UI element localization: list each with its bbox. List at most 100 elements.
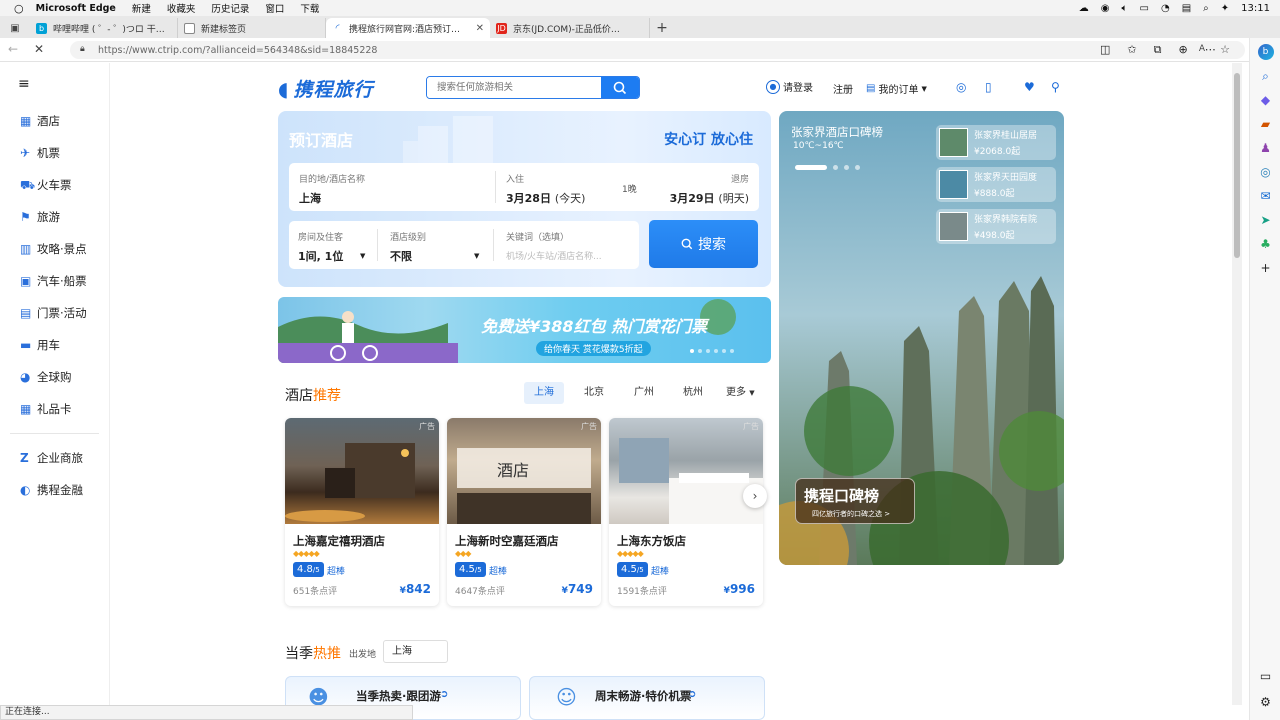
destination-field[interactable]: 目的地/酒店名称 上海 [299, 172, 365, 206]
drop-icon[interactable]: ➤ [1250, 208, 1280, 232]
stop-loading-icon[interactable]: ✕ [34, 42, 44, 56]
city-tab-more[interactable]: 更多 ▼ [716, 382, 765, 404]
extensions-icon[interactable]: ⊕ [1178, 43, 1187, 57]
banner-pagination[interactable] [690, 349, 734, 353]
siri-icon[interactable]: ✦ [1221, 3, 1229, 14]
mobile-app-icon[interactable]: ▯ [985, 80, 992, 94]
url-field[interactable]: 🔒︎ https://www.ctrip.com/?allianceid=564… [70, 41, 1245, 59]
ad-pagination[interactable] [795, 165, 860, 170]
nav-train[interactable]: ⛟ 火车票 [0, 169, 109, 201]
nav-finance[interactable]: ◐ 携程金融 [0, 474, 109, 506]
eye-icon[interactable]: ◉ [1101, 3, 1110, 14]
volume-icon[interactable]: 🔈︎ [1122, 3, 1128, 14]
checkout-field[interactable]: 退房 3月29日 (明天) [670, 172, 749, 206]
copilot-icon[interactable]: b [1250, 40, 1280, 64]
toolbox-icon[interactable]: ▰ [1250, 112, 1280, 136]
tab-ctrip[interactable]: ◜ 携程旅行网官网:酒店预订,机票预订查询 ✕ [326, 18, 490, 38]
hotel-search-button[interactable]: 搜索 [649, 220, 758, 268]
app-name[interactable]: Microsoft Edge [36, 3, 116, 14]
nav-flight[interactable]: ✈ 机票 [0, 137, 109, 169]
nav-giftcard[interactable]: ▦ 礼品卡 [0, 393, 109, 425]
my-orders-dropdown[interactable]: ▤ 我的订单 ▼ [866, 81, 927, 96]
more-icon[interactable]: ⋯ [1205, 43, 1216, 57]
promo-banner[interactable]: 免费送¥388红包 热门赏花门票 给你春天 赏花爆款5折起 [278, 297, 771, 363]
split-screen-icon[interactable]: ◫ [1100, 43, 1110, 57]
menu-history[interactable]: 历史记录 [211, 1, 249, 15]
nav-hotel[interactable]: ▦ 酒店 [0, 105, 109, 137]
nav-car[interactable]: ▬ 用车 [0, 329, 109, 361]
city-tab-guangzhou[interactable]: 广州 [624, 382, 664, 404]
collections-icon[interactable]: ⧉ [1154, 43, 1162, 57]
search-button[interactable] [601, 77, 639, 98]
close-tab-icon[interactable]: ✕ [476, 23, 484, 34]
city-tab-shanghai[interactable]: 上海 [524, 382, 564, 404]
ad-hotel-item[interactable]: 张家界桂山居居 ¥2068.0起 [936, 125, 1056, 160]
hotel-card[interactable]: 酒店 广告 上海新时空嘉廷酒店 ◆◆◆ 4.5/5 超棒 4647条点评 ¥74… [447, 418, 601, 606]
search-icon[interactable]: ⌕ [1250, 64, 1280, 88]
tab-newtab[interactable]: 新建标签页 [178, 18, 326, 38]
nav-tour[interactable]: ⚑ 旅游 [0, 201, 109, 233]
title-part-a: 酒店 [285, 388, 313, 404]
control-center-icon[interactable]: ▤ [1182, 3, 1191, 14]
new-tab-plus-icon[interactable]: + [650, 18, 674, 38]
ad-hotel-item[interactable]: 张家界韩院有院 ¥498.0起 [936, 209, 1056, 244]
outlook-icon[interactable]: ✉ [1250, 184, 1280, 208]
ctrip-ranking-badge[interactable]: 携程口碑榜 四亿旅行者的口碑之选 > [795, 478, 915, 524]
add-sidebar-icon[interactable]: + [1250, 256, 1280, 280]
search-input[interactable] [427, 77, 602, 98]
favorites-icon[interactable]: ✩ [1127, 43, 1136, 57]
favorite-star-icon[interactable]: ☆ [1220, 43, 1230, 56]
menu-new[interactable]: 新建 [132, 1, 151, 15]
checkin-field[interactable]: 入住 3月28日 (今天) [506, 172, 585, 206]
ad-tag: 广告 [743, 422, 759, 431]
settings-gear-icon[interactable]: ⚙ [1250, 690, 1280, 714]
games-icon[interactable]: ♟ [1250, 136, 1280, 160]
hotel-level-select[interactable]: 酒店级别 不限 ▼ [390, 230, 484, 264]
tab-bilibili[interactable]: b 哔哩哔哩 ( ゜- ゜)つロ 干杯~-bilibili [30, 18, 178, 38]
nav-tickets[interactable]: ▤ 门票·活动 [0, 297, 109, 329]
tab-actions-icon[interactable]: ▣ [0, 18, 30, 38]
nav-global[interactable]: ◕ 全球购 [0, 361, 109, 393]
microsoft365-icon[interactable]: ◎ [1250, 160, 1280, 184]
wifi-icon[interactable]: ◔ [1161, 3, 1170, 14]
clock[interactable]: 13:11 [1241, 3, 1270, 14]
apple-icon[interactable]: ○ [14, 2, 24, 15]
spotlight-icon[interactable]: ⌕ [1203, 3, 1209, 14]
battery-icon[interactable]: ▭ [1140, 3, 1149, 14]
zhangjiajie-ad[interactable]: 张家界酒店口碑榜 10℃~16℃ 张家界桂山居居 ¥2068.0起 张家界天田园… [779, 111, 1064, 565]
hotel-card[interactable]: 广告 上海嘉定禧玥酒店 ◆◆◆◆◆ 4.8/5 超棒 651条点评 ¥842 [285, 418, 439, 606]
ad-hotel-item[interactable]: 张家界天田园度 ¥888.0起 [936, 167, 1056, 202]
scrollbar-thumb[interactable] [1234, 73, 1240, 258]
address-bar: ← ✕ 🔒︎ https://www.ctrip.com/?allianceid… [0, 38, 1280, 62]
menu-favorites[interactable]: 收藏夹 [167, 1, 196, 15]
hide-sidebar-icon[interactable]: ▭ [1250, 664, 1280, 688]
menu-downloads[interactable]: 下载 [300, 1, 319, 15]
nav-guide[interactable]: ▥ 攻略·景点 [0, 233, 109, 265]
cloud-icon[interactable]: ☁ [1079, 3, 1089, 14]
carousel-next-button[interactable]: › [743, 484, 767, 508]
room-guests-select[interactable]: 房间及住客 1间, 1位 ▼ [298, 230, 370, 264]
divider [493, 229, 494, 261]
heart-favorites-icon[interactable]: ♥ [1024, 80, 1035, 94]
nav-bus[interactable]: ▣ 汽车·船票 [0, 265, 109, 297]
tab-jd[interactable]: JD 京东(JD.COM)-正品低价、品质保障 [490, 18, 650, 38]
back-icon[interactable]: ← [8, 42, 18, 56]
city-tab-beijing[interactable]: 北京 [574, 382, 614, 404]
season-card-flight[interactable]: ☺ 周末畅游·特价机票 ➲ [529, 676, 765, 720]
lock-icon[interactable]: 🔒︎ [80, 44, 85, 54]
tree-icon[interactable]: ♣ [1250, 232, 1280, 256]
keyword-input[interactable]: 关键词（选填） 机场/火车站/酒店名称... [506, 230, 602, 262]
customer-service-icon[interactable]: ◎ [956, 80, 966, 94]
page-scrollbar[interactable] [1232, 63, 1242, 705]
register-link[interactable]: 注册 [833, 81, 853, 96]
tag-icon[interactable]: ◆ [1250, 88, 1280, 112]
city-tab-hangzhou[interactable]: 杭州 [673, 382, 713, 404]
ctrip-logo[interactable]: ◖ 携程旅行 [278, 75, 374, 102]
traveler-icon[interactable]: ⚲ [1051, 80, 1060, 94]
nav-corporate[interactable]: Z 企业商旅 [0, 442, 109, 474]
departure-input[interactable]: 上海 [383, 640, 448, 663]
menu-hamburger-icon[interactable]: ≡ [0, 63, 109, 105]
login-link[interactable]: ● 请登录 [766, 79, 813, 94]
menu-window[interactable]: 窗口 [265, 1, 284, 15]
hotel-card[interactable]: 广告 上海东方饭店 ◆◆◆◆◆ 4.5/5 超棒 1591条点评 ¥996 [609, 418, 763, 606]
